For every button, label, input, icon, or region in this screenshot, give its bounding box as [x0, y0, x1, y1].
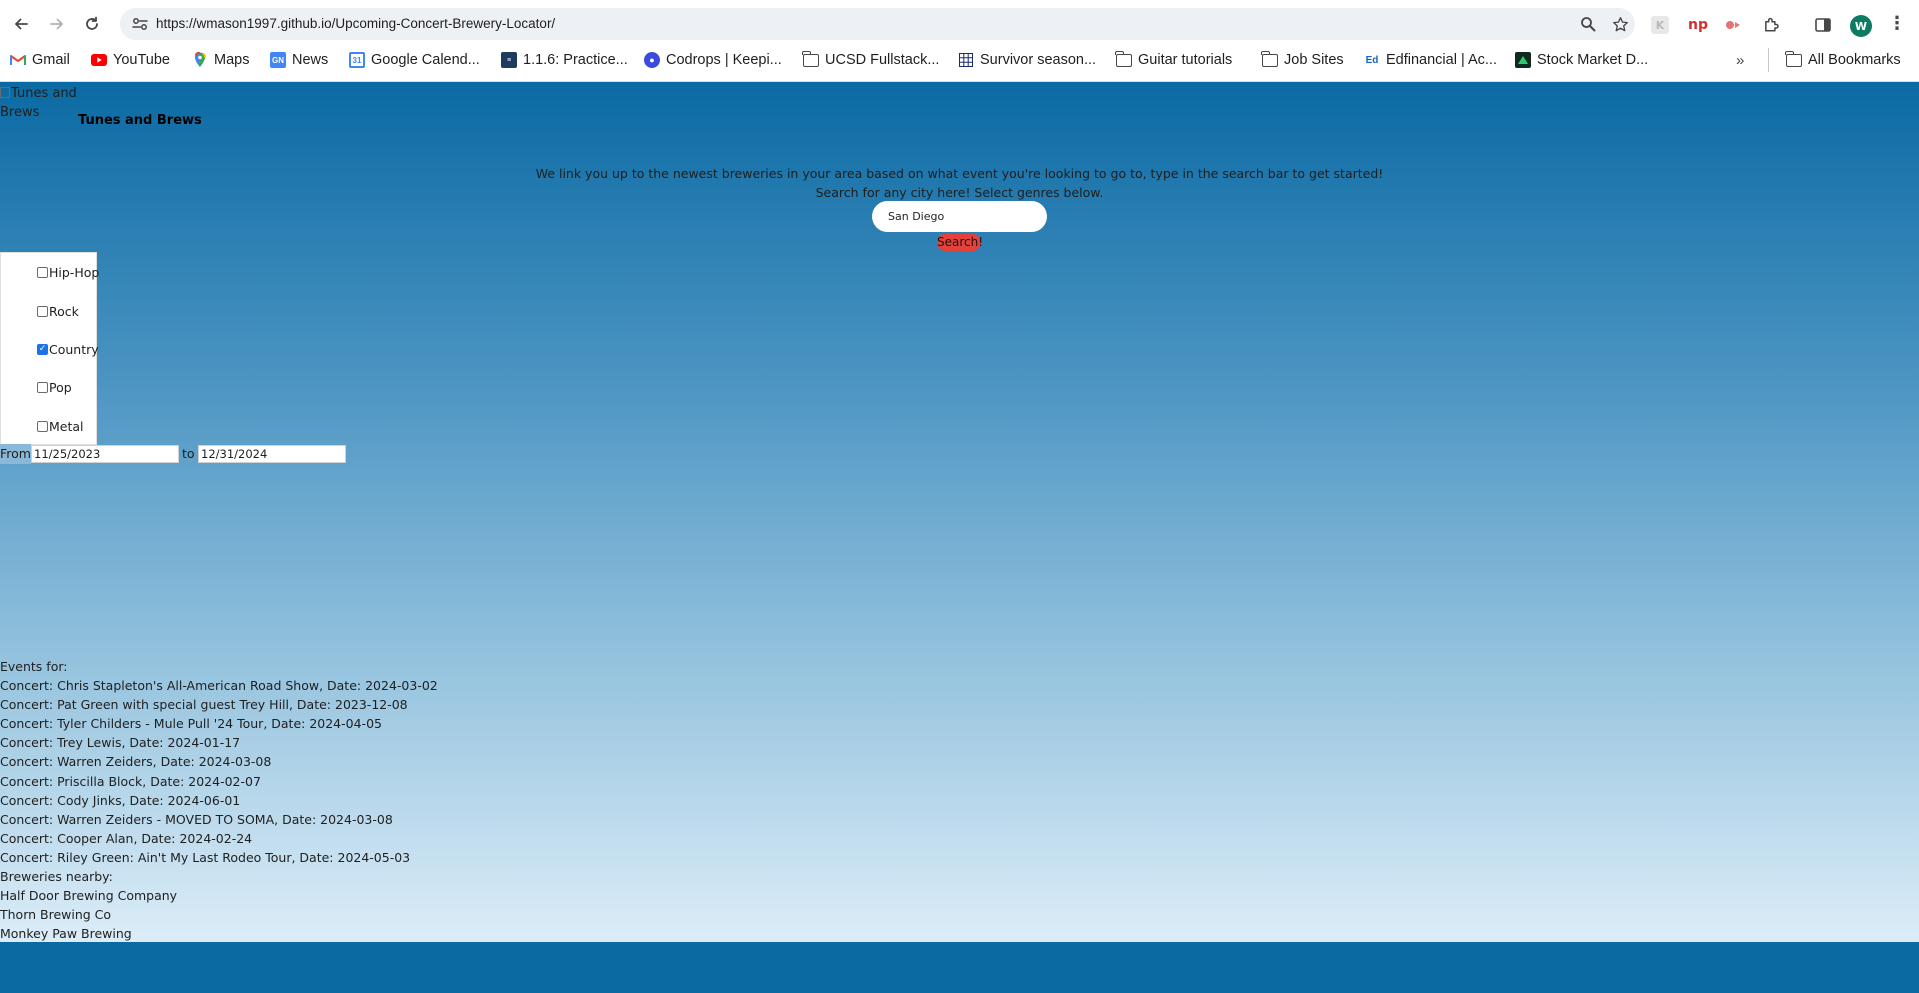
to-label: to: [182, 446, 195, 461]
date-range: From to: [0, 444, 346, 464]
brewery-item: Monkey Paw Brewing: [0, 926, 132, 942]
gmail-icon: [10, 52, 26, 68]
bookmark-star-icon[interactable]: [1608, 12, 1632, 36]
metal-checkbox[interactable]: [37, 420, 48, 432]
stock-icon: [1515, 52, 1531, 68]
brewery-item: Half Door Brewing Company: [0, 888, 178, 904]
bookmark-survivor-season[interactable]: Survivor season...: [958, 48, 1096, 72]
hip-hop-checkbox[interactable]: [37, 266, 48, 278]
bookmarks-overflow-button[interactable]: »: [1736, 48, 1744, 72]
page-content: Tunes and Brews Tunes and Brews We link …: [0, 82, 1919, 942]
breweries-heading: Breweries nearby:: [0, 869, 113, 885]
bookmark-guitar-tutorials[interactable]: Guitar tutorials: [1115, 48, 1232, 72]
sheet-icon: [958, 52, 974, 68]
extensions-puzzle-icon[interactable]: [1760, 14, 1782, 36]
to-date-input[interactable]: [198, 445, 346, 463]
back-button[interactable]: [7, 10, 35, 38]
event-item: Concert: Pat Green with special guest Tr…: [0, 697, 408, 713]
extension-k-icon[interactable]: K: [1651, 16, 1669, 34]
event-item: Concert: Cooper Alan, Date: 2024-02-24: [0, 830, 253, 846]
event-item: Concert: Trey Lewis, Date: 2024-01-17: [0, 735, 241, 751]
url-text[interactable]: https://wmason1997.github.io/Upcoming-Co…: [156, 16, 555, 31]
calendar-icon: 31: [349, 52, 365, 68]
side-panel-icon[interactable]: [1812, 14, 1834, 36]
bookmark-job-sites[interactable]: Job Sites: [1261, 48, 1344, 72]
bookmark-edfinancial[interactable]: Ed Edfinancial | Ac...: [1364, 48, 1497, 72]
forward-button[interactable]: [43, 10, 71, 38]
intro-line-2: Search for any city here! Select genres …: [815, 185, 1104, 200]
event-item: Concert: Priscilla Block, Date: 2024-02-…: [0, 773, 261, 789]
pop-checkbox[interactable]: [37, 381, 48, 393]
footer-bar: [0, 942, 1919, 993]
folder-icon: [1261, 50, 1278, 67]
genre-country[interactable]: ✓ Country: [37, 339, 99, 359]
logo-image-alt: Tunes and Brews: [0, 86, 77, 120]
event-item: Concert: Cody Jinks, Date: 2024-06-01: [0, 792, 241, 808]
results-section: Events for: Concert: Chris Stapleton's A…: [0, 657, 600, 943]
event-item: Concert: Warren Zeiders, Date: 2024-03-0…: [0, 754, 272, 770]
intro-text: We link you up to the newest breweries i…: [0, 164, 1919, 202]
genre-checkbox-list: Hip-Hop Rock ✓ Country Pop Metal: [0, 252, 99, 445]
rock-checkbox[interactable]: [37, 305, 48, 317]
search-button[interactable]: Search!: [937, 234, 983, 251]
forward-arrow-icon: [50, 18, 63, 30]
genre-rock[interactable]: Rock: [37, 301, 79, 321]
chevron-double-right-icon: »: [1736, 51, 1745, 69]
bookmark-gmail[interactable]: Gmail: [10, 48, 70, 72]
codrops-icon: ●: [644, 52, 660, 68]
from-label: From: [0, 444, 31, 464]
genre-metal[interactable]: Metal: [37, 416, 84, 436]
bookmark-codrops[interactable]: ● Codrops | Keepi...: [644, 48, 782, 72]
genre-pop[interactable]: Pop: [37, 377, 72, 397]
more-menu-icon[interactable]: ⋮: [1886, 12, 1908, 34]
country-checkbox[interactable]: ✓: [37, 343, 48, 355]
browser-chrome: https://wmason1997.github.io/Upcoming-Co…: [0, 0, 1919, 82]
event-item: Concert: Tyler Childers - Mule Pull '24 …: [0, 716, 382, 732]
event-item: Concert: Riley Green: Ain't My Last Rode…: [0, 849, 411, 865]
events-heading: Events for:: [0, 659, 68, 674]
zoom-icon[interactable]: [1576, 12, 1600, 36]
intro-line-1: We link you up to the newest breweries i…: [535, 166, 1384, 181]
extension-record-icon[interactable]: [1722, 14, 1744, 36]
reload-icon: [86, 16, 98, 30]
bookmarks-divider: [1768, 48, 1769, 72]
checkmark-icon: ✓: [38, 343, 47, 354]
reload-button[interactable]: [78, 10, 106, 38]
city-search-input[interactable]: [872, 201, 1047, 232]
site-title: Tunes and Brews: [78, 113, 202, 128]
bookmark-ucsd-fullstack[interactable]: UCSD Fullstack...: [802, 48, 939, 72]
from-date-input[interactable]: [31, 445, 179, 463]
maps-icon: [192, 52, 208, 68]
folder-icon: [1785, 50, 1802, 67]
news-icon: GN: [270, 52, 286, 68]
site-info-icon[interactable]: [128, 12, 152, 36]
back-arrow-icon: [15, 18, 28, 30]
bookmark-maps[interactable]: Maps: [192, 48, 249, 72]
folder-icon: [1115, 50, 1132, 67]
bookmark-stock-market[interactable]: Stock Market D...: [1515, 48, 1648, 72]
event-item: Concert: Chris Stapleton's All-American …: [0, 678, 438, 694]
folder-icon: [802, 50, 819, 67]
extension-np-icon[interactable]: np: [1687, 14, 1709, 36]
bookmark-news[interactable]: GN News: [270, 48, 328, 72]
address-bar[interactable]: https://wmason1997.github.io/Upcoming-Co…: [120, 8, 1635, 40]
edfinancial-icon: Ed: [1365, 54, 1379, 66]
brewery-item: Thorn Brewing Co: [0, 907, 112, 923]
profile-avatar[interactable]: W: [1850, 15, 1872, 37]
event-item: Concert: Warren Zeiders - MOVED TO SOMA,…: [0, 811, 393, 827]
youtube-icon: [91, 52, 107, 68]
bookmark-google-calendar[interactable]: 31 Google Calend...: [349, 48, 480, 72]
bookmarks-bar: Gmail YouTube Maps GN News 31 Google Cal…: [0, 48, 1919, 74]
broken-image-icon: [0, 87, 10, 98]
practice-icon: ≡: [501, 52, 517, 68]
bookmark-practice[interactable]: ≡ 1.1.6: Practice...: [501, 48, 628, 72]
browser-toolbar: https://wmason1997.github.io/Upcoming-Co…: [0, 6, 1919, 42]
genre-hip-hop[interactable]: Hip-Hop: [37, 262, 99, 282]
all-bookmarks-button[interactable]: All Bookmarks: [1785, 48, 1901, 72]
bookmark-youtube[interactable]: YouTube: [91, 48, 170, 72]
